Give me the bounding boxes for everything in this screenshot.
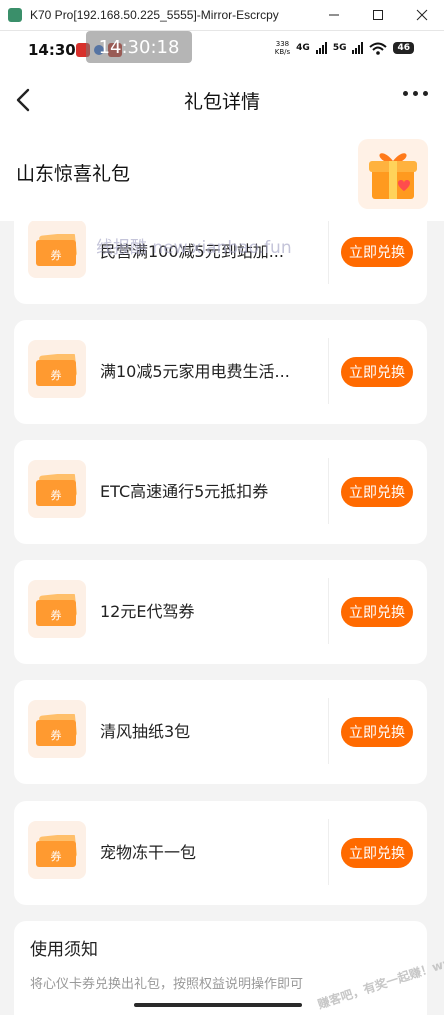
svg-text:券: 券 [51,728,62,742]
gift-box-icon [358,139,428,209]
coupon-thumbnail: 券 [28,460,86,518]
coupon-thumbnail: 券 [28,700,86,758]
coupon-thumbnail: 券 [28,580,86,638]
coupon-card: 券 ETC高速通行5元抵扣券 立即兑换 [14,440,427,544]
gift-name: 山东惊喜礼包 [16,163,131,185]
redeem-button[interactable]: 立即兑换 [341,597,413,627]
divider [328,458,329,524]
coupon-card: 券 清风抽纸3包 立即兑换 [14,680,427,784]
notice-text: 将心仪卡券兑换出礼包，按照权益说明操作即可 [30,977,304,992]
divider [328,578,329,644]
coupon-ticket-icon: 券 [36,234,77,266]
watermark-top: 线报酷 new.xianbao.fun [96,238,292,258]
coupon-name: ETC高速通行5元抵扣券 [100,482,269,501]
coupon-thumbnail: 券 [28,821,86,879]
coupon-ticket-icon: 券 [36,594,77,626]
divider [328,819,329,885]
coupon-name: 清风抽纸3包 [100,722,191,741]
redeem-button[interactable]: 立即兑换 [341,357,413,387]
coupon-name: 满10减5元家用电费生活... [100,362,290,381]
divider [328,218,329,284]
divider [328,698,329,764]
notice-title: 使用须知 [30,940,98,960]
coupon-card: 券 12元E代驾券 立即兑换 [14,560,427,664]
redeem-button[interactable]: 立即兑换 [341,237,413,267]
coupon-name: 12元E代驾券 [100,602,195,621]
coupon-ticket-icon: 券 [36,474,77,506]
svg-text:券: 券 [51,488,62,502]
coupon-ticket-icon: 券 [36,354,77,386]
svg-text:券: 券 [51,248,62,262]
coupon-ticket-icon: 券 [36,714,77,746]
coupon-card: 券 宠物冻干一包 立即兑换 [14,801,427,905]
redeem-button[interactable]: 立即兑换 [341,717,413,747]
home-indicator[interactable] [134,1003,302,1007]
redeem-button[interactable]: 立即兑换 [341,477,413,507]
coupon-thumbnail: 券 [28,220,86,278]
coupon-name: 宠物冻干一包 [100,843,197,862]
divider [328,338,329,404]
gift-header: 山东惊喜礼包 [0,129,444,221]
redeem-button[interactable]: 立即兑换 [341,838,413,868]
svg-text:券: 券 [51,608,62,622]
usage-notice: 使用须知 将心仪卡券兑换出礼包，按照权益说明操作即可 [14,921,427,1015]
svg-text:券: 券 [51,849,62,863]
coupon-thumbnail: 券 [28,340,86,398]
coupon-card: 券 满10减5元家用电费生活... 立即兑换 [14,320,427,424]
svg-text:券: 券 [51,368,62,382]
coupon-ticket-icon: 券 [36,835,77,867]
